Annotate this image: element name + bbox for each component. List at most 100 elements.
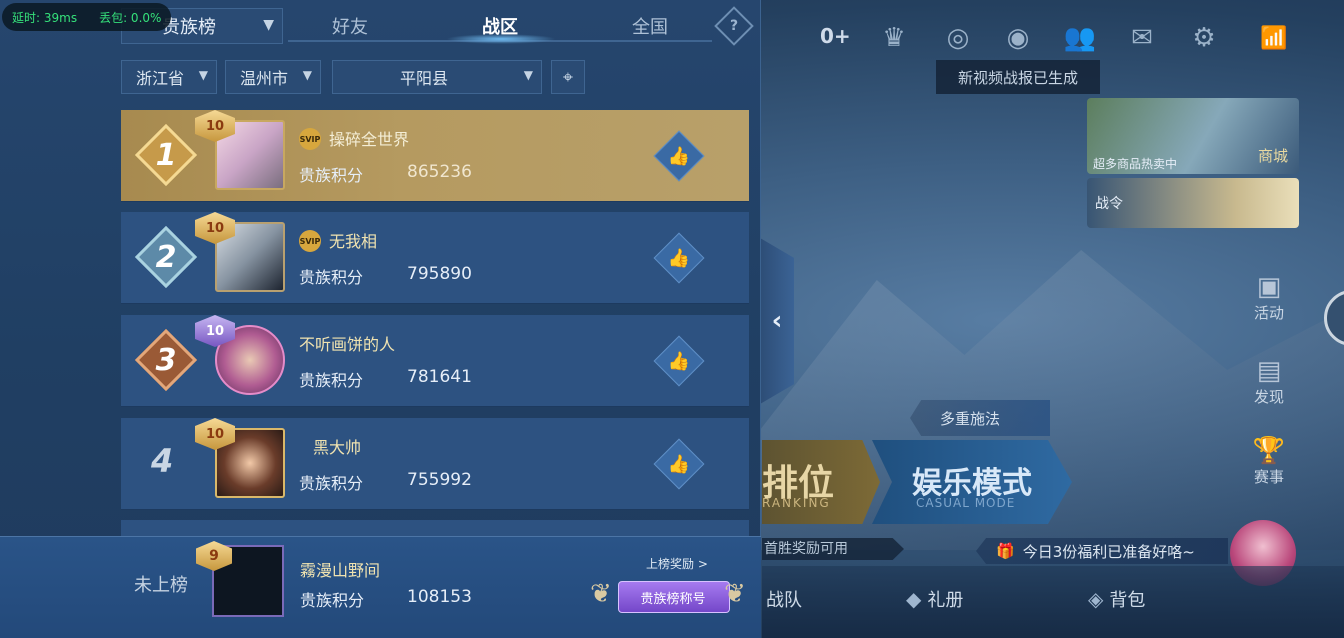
rank-number: 3: [155, 342, 177, 378]
video-report-tooltip: 新视频战报已生成: [936, 60, 1100, 94]
shop-label: 商城: [1257, 147, 1288, 165]
county-select[interactable]: 平阳县 ▼: [332, 60, 542, 94]
svip-icon: SVIP: [299, 128, 321, 150]
latency-text: 延时: 39ms: [12, 10, 78, 25]
friend-count[interactable]: 0+: [820, 24, 851, 48]
score-label: 贵族积分: [299, 474, 364, 493]
rank-badge-silver: 2: [134, 225, 198, 289]
bottom-nav: 战队 ◆ 礼册 ◈ 背包: [762, 566, 1344, 638]
my-rank-bar: 未上榜 9 霧漫山野间 贵族积分 108153 上榜奖励 > ❦ 贵族榜称号 ❦: [0, 536, 761, 638]
notebook-icon: ▤: [1256, 356, 1282, 386]
discover-button[interactable]: ▤ 发现: [1246, 356, 1292, 407]
rank-emblem-icon[interactable]: ♛: [876, 20, 912, 56]
nav-gift-book-label: 礼册: [927, 590, 964, 611]
rank-number: 2: [155, 239, 177, 275]
mail-icon[interactable]: ✉: [1124, 20, 1160, 56]
score-label: 贵族积分: [299, 371, 364, 390]
tab-friends[interactable]: 好友: [300, 6, 400, 46]
network-status: 延时: 39ms 丢包: 0.0%: [2, 3, 172, 31]
score-value: 755992: [407, 470, 472, 490]
chevron-down-icon: ▼: [302, 68, 312, 82]
help-icon[interactable]: ?: [714, 6, 754, 46]
nav-team[interactable]: 战队: [766, 586, 802, 612]
welfare-banner[interactable]: 🎁 今日3份福利已准备好咯~: [976, 538, 1228, 564]
ranked-sublabel: RANKING: [762, 496, 831, 510]
score-value: 795890: [407, 264, 472, 284]
wing-right-icon: ❦: [724, 579, 746, 609]
my-score-label: 贵族积分: [300, 591, 365, 610]
my-score-value: 108153: [407, 587, 472, 607]
events-button[interactable]: 🏆 赛事: [1246, 436, 1292, 487]
battle-pass-label: 战令: [1095, 196, 1123, 212]
gear-icon[interactable]: ⚙: [1186, 20, 1222, 56]
player-name: 黑大帅: [313, 438, 362, 457]
wifi-icon: 📶: [1260, 25, 1288, 51]
nav-backpack[interactable]: ◈ 背包: [1088, 586, 1145, 612]
book-icon: ◆: [906, 587, 922, 611]
score-value: 781641: [407, 367, 472, 387]
city-select[interactable]: 温州市 ▼: [225, 60, 321, 94]
location-icon[interactable]: ⌖: [551, 60, 585, 94]
svip-icon: SVIP: [299, 230, 321, 252]
like-button[interactable]: 👍: [653, 232, 705, 284]
leaderboard-row[interactable]: 3 10 不听画饼的人 贵族积分 781641 👍: [121, 315, 749, 407]
title-button-label: 贵族榜称号: [640, 591, 706, 607]
gift-icon: 🎁: [996, 542, 1015, 560]
thumbs-up-icon: 👍: [667, 350, 691, 372]
activity-button[interactable]: ▣ 活动: [1246, 272, 1292, 323]
rank-number: 1: [155, 137, 177, 173]
tab-national[interactable]: 全国: [600, 6, 700, 46]
collapse-panel-button[interactable]: ‹: [760, 238, 794, 404]
reward-link[interactable]: 上榜奖励 >: [646, 555, 708, 572]
leaderboard-row[interactable]: 2 10 SVIP 无我相 贵族积分 795890 👍: [121, 212, 749, 304]
score-label: 贵族积分: [299, 166, 364, 185]
backpack-icon: ◈: [1088, 587, 1104, 611]
player-name: 无我相: [329, 232, 378, 251]
first-win-bar: 首胜奖励可用: [762, 538, 904, 560]
rank-badge-gold: 1: [134, 123, 198, 187]
events-label: 赛事: [1253, 468, 1284, 486]
multicast-mode-tag[interactable]: 多重施法: [910, 400, 1050, 436]
thumbs-up-icon: 👍: [667, 453, 691, 475]
chevron-down-icon: ▼: [263, 17, 274, 33]
chevron-down-icon: ▼: [198, 68, 208, 82]
like-button[interactable]: 👍: [653, 438, 705, 490]
city-value: 温州市: [239, 69, 288, 88]
score-label: 贵族积分: [299, 268, 364, 287]
my-rank-status: 未上榜: [134, 575, 188, 596]
welfare-text: 今日3份福利已准备好咯~: [1022, 542, 1195, 561]
score-value: 865236: [407, 162, 472, 182]
like-button[interactable]: 👍: [653, 130, 705, 182]
rank-badge-bronze: 3: [134, 328, 198, 392]
nav-gift-book[interactable]: ◆ 礼册: [906, 586, 963, 612]
chevron-left-icon: ‹: [771, 306, 783, 336]
thumbs-up-icon: 👍: [667, 145, 691, 167]
leaderboard-row[interactable]: 4 10 黑大帅 贵族积分 755992 👍: [121, 418, 749, 510]
leaderboard-row[interactable]: 1 10 SVIP 操碎全世界 贵族积分 865236 👍: [121, 110, 749, 202]
province-select[interactable]: 浙江省 ▼: [121, 60, 217, 94]
title-button[interactable]: ❦ 贵族榜称号 ❦: [590, 577, 756, 617]
player-name: 操碎全世界: [329, 130, 410, 149]
record-icon[interactable]: ◎: [940, 20, 976, 56]
ranked-mode-button[interactable]: 排位 RANKING: [762, 440, 880, 524]
camera-icon: ▣: [1256, 272, 1282, 302]
packet-loss-text: 丢包: 0.0%: [99, 10, 162, 25]
discover-label: 发现: [1253, 388, 1284, 406]
eye-icon[interactable]: ◉: [1000, 20, 1036, 56]
county-value: 平阳县: [399, 69, 448, 88]
tab-region[interactable]: 战区: [450, 6, 550, 46]
casual-mode-button[interactable]: 娱乐模式 CASUAL MODE: [872, 440, 1072, 524]
activity-label: 活动: [1253, 304, 1284, 322]
chevron-down-icon: ▼: [523, 68, 533, 82]
nav-team-label: 战队: [766, 590, 802, 611]
shop-card[interactable]: 超多商品热卖中 商城: [1087, 98, 1299, 174]
friends-icon[interactable]: 👥: [1062, 20, 1098, 56]
rank-number: 4: [151, 442, 174, 480]
trophy-icon: 🏆: [1252, 436, 1286, 466]
my-name: 霧漫山野间: [300, 561, 381, 580]
thumbs-up-icon: 👍: [667, 247, 691, 269]
like-button[interactable]: 👍: [653, 335, 705, 387]
battle-pass-card[interactable]: 战令: [1087, 178, 1299, 228]
shop-caption: 超多商品热卖中: [1093, 157, 1178, 171]
leaderboard-panel: 贵族榜 ▼ 好友 战区 全国 ? 浙江省 ▼ 温州市 ▼ 平阳县 ▼ ⌖ 1 10 S…: [0, 0, 761, 638]
